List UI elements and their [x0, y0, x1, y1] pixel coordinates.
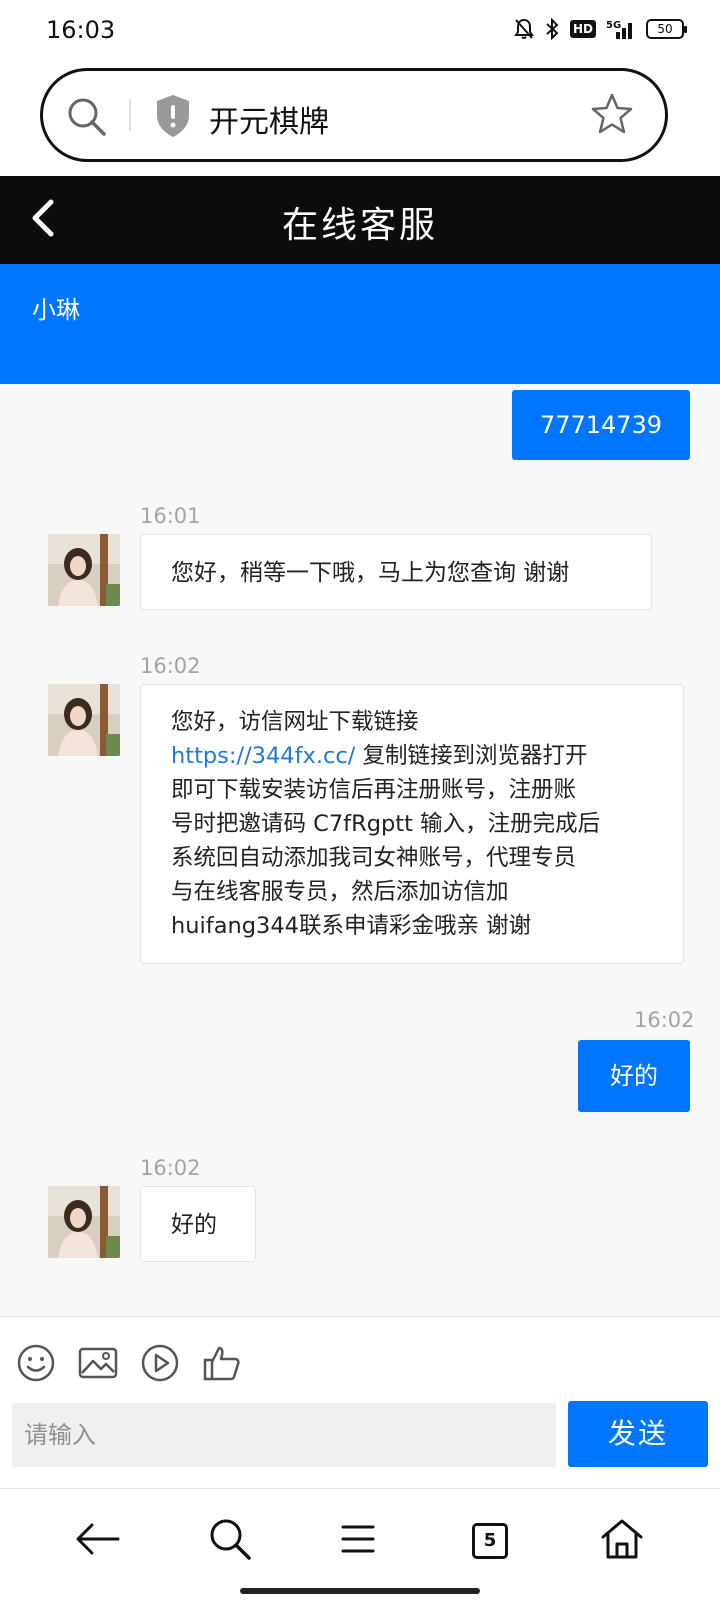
emoji-icon[interactable] [16, 1343, 56, 1383]
star-icon[interactable] [589, 91, 635, 141]
signal-icon: 5G [606, 18, 636, 40]
send-button[interactable]: 发送 [568, 1401, 708, 1467]
outgoing-message[interactable]: 77714739 [512, 390, 690, 460]
status-time: 16:03 [46, 16, 116, 44]
message-line: 您好，访信网址下载链接 [171, 709, 419, 735]
message-toolbar [16, 1343, 242, 1383]
nav-search-button[interactable] [202, 1513, 258, 1569]
bell-off-icon [514, 18, 534, 40]
home-icon [599, 1517, 645, 1565]
search-icon [207, 1516, 253, 1566]
browser-nav-bar: 5 [0, 1488, 720, 1600]
title-bar: 在线客服 [0, 176, 720, 264]
agent-name: 小琳 [32, 296, 80, 324]
status-icons: HD 5G 50 [514, 18, 687, 40]
avatar[interactable] [48, 1186, 120, 1258]
message-timestamp: 16:01 [140, 504, 201, 528]
bluetooth-icon [544, 18, 560, 40]
home-indicator[interactable] [240, 1588, 480, 1594]
avatar[interactable] [48, 534, 120, 606]
message-line-text: 复制链接到浏览器打开 [355, 743, 588, 769]
agent-header: 小琳 [0, 264, 720, 384]
message-timestamp: 16:02 [140, 654, 201, 678]
address-bar[interactable]: 开元棋牌 [40, 68, 668, 162]
message-line: 系统回自动添加我司女神账号，代理专员 [171, 845, 577, 871]
nav-back-button[interactable] [70, 1513, 126, 1569]
message-text: 77714739 [539, 411, 663, 439]
message-link[interactable]: https://344fx.cc/ [171, 743, 355, 769]
incoming-message[interactable]: 您好，访信网址下载链接 https://344fx.cc/ 复制链接到浏览器打开… [140, 684, 684, 964]
tabs-icon: 5 [472, 1523, 508, 1559]
thumbs-up-icon[interactable] [202, 1343, 242, 1383]
avatar[interactable] [48, 684, 120, 756]
message-line: https://344fx.cc/ 复制链接到浏览器打开 [171, 739, 653, 773]
incoming-message[interactable]: 您好，稍等一下哦，马上为您查询 谢谢 [140, 534, 652, 610]
nav-menu-button[interactable] [330, 1513, 386, 1569]
message-line: 即可下载安装访信后再注册账号，注册账 [171, 777, 577, 803]
incoming-message[interactable]: 好的 [140, 1186, 256, 1262]
message-text: 好的 [610, 1062, 658, 1090]
message-line: 与在线客服专员，然后添加访信加 [171, 879, 509, 905]
back-arrow-icon [74, 1519, 122, 1563]
menu-icon [340, 1523, 376, 1559]
address-divider [129, 99, 131, 131]
status-bar: 16:03 HD 5G 50 [0, 0, 720, 62]
message-timestamp: 16:02 [140, 1156, 201, 1180]
image-icon[interactable] [78, 1343, 118, 1383]
nav-home-button[interactable] [594, 1513, 650, 1569]
chat-area[interactable]: 77714739 16:01 您好，稍等一下哦，马上为您查询 谢谢 16:02 … [0, 384, 720, 1316]
svg-text:5G: 5G [606, 20, 621, 31]
message-line: 号时把邀请码 C7fRgptt 输入，注册完成后 [171, 811, 601, 837]
message-line: huifang344联系申请彩金哦亲 谢谢 [171, 913, 532, 939]
nav-tabs-button[interactable]: 5 [462, 1513, 518, 1569]
outgoing-message[interactable]: 好的 [578, 1040, 690, 1112]
message-input[interactable] [12, 1403, 556, 1467]
search-icon[interactable] [65, 95, 109, 143]
message-text: 您好，稍等一下哦，马上为您查询 谢谢 [171, 560, 570, 586]
shield-warning-icon[interactable] [153, 93, 193, 143]
address-text[interactable]: 开元棋牌 [209, 97, 329, 141]
message-timestamp: 16:02 [634, 1008, 695, 1032]
video-play-icon[interactable] [140, 1343, 180, 1383]
composer-panel: 发送 [0, 1316, 720, 1488]
page-title: 在线客服 [281, 205, 438, 246]
message-text: 好的 [171, 1212, 217, 1238]
hd-icon: HD [569, 20, 596, 38]
battery-icon: 50 [646, 19, 687, 39]
